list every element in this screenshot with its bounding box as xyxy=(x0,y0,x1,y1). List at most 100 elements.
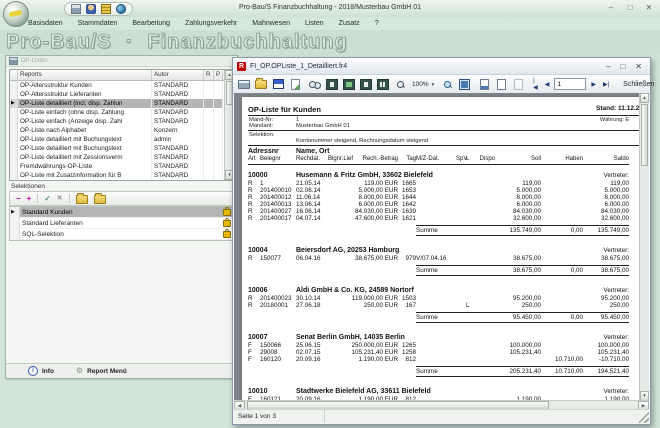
edit-page-button[interactable] xyxy=(494,77,508,91)
export-button[interactable] xyxy=(288,77,302,91)
banner-brand: Pro-Bau/S xyxy=(6,31,112,54)
confirm-icon[interactable]: ✓ xyxy=(44,193,50,204)
col-saldo: 105.231,40 xyxy=(583,349,629,356)
selection-row[interactable]: SQL-Selektion xyxy=(10,229,234,240)
selection-row[interactable]: Standard Lieferanten xyxy=(10,218,234,229)
page-number-input[interactable] xyxy=(554,78,586,90)
col-l xyxy=(466,194,475,201)
first-page-button[interactable]: |◀ xyxy=(531,78,540,91)
find-button[interactable] xyxy=(305,77,319,91)
report-r-flag xyxy=(204,81,214,90)
customer-name: Beiersdorf AG, 20253 Hamburg xyxy=(296,246,495,255)
summe-spv xyxy=(456,227,466,234)
delete-page-button[interactable] xyxy=(511,77,525,91)
report-row[interactable]: OP-Liste detailliert mit ZessionsvermSTA… xyxy=(10,153,234,162)
gear-icon[interactable]: ⚙ xyxy=(76,367,83,375)
vertreter-label: Vertreter: xyxy=(495,171,629,180)
report-row[interactable]: OP-Liste nach AlphabetKonzern xyxy=(10,126,234,135)
info-icon[interactable]: i xyxy=(28,366,38,376)
report-row[interactable]: OP-Liste einfach (ohne disp. ZahlungSTAN… xyxy=(10,108,234,117)
page-width-button[interactable] xyxy=(359,77,373,91)
report-row[interactable]: OP-Altersstruktur LieferantenSTANDARD xyxy=(10,90,234,99)
minimize-button[interactable]: – xyxy=(606,3,616,13)
menu-item-bearbeitung[interactable]: Bearbeitung xyxy=(132,20,170,27)
zoom-level-dropdown[interactable]: 100%▼ xyxy=(410,81,437,88)
report-row[interactable]: OP-Liste detailliert mit Buchungstextadm… xyxy=(10,135,234,144)
menu-item-[interactable]: ? xyxy=(375,20,379,27)
col-dispo xyxy=(475,215,495,222)
remove-selection-button[interactable]: − xyxy=(16,193,21,204)
last-page-button[interactable]: ▶| xyxy=(601,81,611,88)
folder-open-icon[interactable] xyxy=(94,195,106,204)
summe-row: Summe135.749,000,00135.749,00 xyxy=(248,225,640,236)
col-tag: 1621 xyxy=(398,215,416,222)
report-row[interactable]: OP-Altersstruktur KundenSTANDARD xyxy=(10,81,234,90)
col-reports[interactable]: Reports xyxy=(18,70,152,80)
thumbnails-button[interactable] xyxy=(457,77,471,91)
col-r[interactable]: R xyxy=(204,70,214,80)
col-belegnr: 160120 xyxy=(260,356,296,363)
cancel-icon[interactable]: ✕ xyxy=(57,193,63,204)
col-haben: 10.710,00 xyxy=(541,356,583,363)
report-close-button[interactable]: ✕ xyxy=(635,62,642,71)
schliessen-button[interactable]: Schließen xyxy=(617,81,660,88)
menu-item-basisdaten[interactable]: Basisdaten xyxy=(28,20,63,27)
report-row[interactable]: OP-Liste mit Zusatzinformation für BSTAN… xyxy=(10,171,234,180)
whole-page-button[interactable] xyxy=(325,77,339,91)
selection-row[interactable]: ▶Standard Kunden xyxy=(10,207,234,218)
col-betrag: 119.000,00 EUR xyxy=(332,295,398,302)
open-button[interactable] xyxy=(254,77,268,91)
many-pages-button[interactable] xyxy=(376,77,390,91)
toolbar-separator xyxy=(69,194,70,203)
page-outline-button[interactable] xyxy=(477,77,491,91)
col-betrag: 6.000,00 EUR xyxy=(332,201,398,208)
scroll-up-icon[interactable]: ▲ xyxy=(640,93,649,103)
summe-row: Summe205.231,4010.710,00194.521,40 xyxy=(248,366,640,377)
summe-spv xyxy=(456,368,466,375)
menu-item-listen[interactable]: Listen xyxy=(305,20,324,27)
info-button[interactable]: Info xyxy=(42,368,54,375)
report-row[interactable]: OP-Liste einfach (Anzeige disp. ZahlSTAN… xyxy=(10,117,234,126)
col-p[interactable]: P xyxy=(214,70,223,80)
next-page-button[interactable]: ▶ xyxy=(589,81,598,88)
col-spv xyxy=(456,215,466,222)
app-logo[interactable] xyxy=(3,1,29,27)
op-row: R20140001313.06.146.000,00 EUR16426.000,… xyxy=(248,201,640,208)
print-button[interactable] xyxy=(237,77,251,91)
op-listen-titlebar[interactable]: OP-Listen xyxy=(6,56,237,67)
scrollbar-thumb[interactable] xyxy=(641,104,648,166)
folder-icon[interactable] xyxy=(76,195,88,204)
close-button[interactable]: ✕ xyxy=(644,3,654,13)
menu-item-zahlungsverkehr[interactable]: Zahlungsverkehr xyxy=(185,20,237,27)
report-window-titlebar[interactable]: R FI_OP.OPListe_1_Detailliert.fr4 – □ ✕ xyxy=(233,58,650,75)
col-soll: 84.030,00 xyxy=(495,208,541,215)
report-maximize-button[interactable]: □ xyxy=(620,62,625,71)
report-menu-button[interactable]: Report Menü xyxy=(87,368,127,375)
col-betrag: 119,00 EUR xyxy=(332,180,398,187)
report-autor: STANDARD xyxy=(152,171,204,180)
report-minimize-button[interactable]: – xyxy=(606,62,610,71)
col-saldo: 38.675,00 xyxy=(583,255,629,262)
menu-item-stammdaten[interactable]: Stammdaten xyxy=(78,20,118,27)
col-dispo xyxy=(475,194,495,201)
menu-item-zusatz[interactable]: Zusatz xyxy=(339,20,360,27)
add-selection-button[interactable]: + xyxy=(27,193,32,204)
resize-grip[interactable] xyxy=(639,410,649,423)
two-pages-button[interactable] xyxy=(342,77,356,91)
report-row[interactable]: OP-Liste detailliert mit BuchungstextSTA… xyxy=(10,144,234,153)
col-autor[interactable]: Autor xyxy=(152,70,204,80)
col-tag: 1503 xyxy=(398,295,416,302)
prev-page-button[interactable]: ◀ xyxy=(543,81,552,88)
save-button[interactable] xyxy=(271,77,285,91)
report-r-flag xyxy=(204,126,214,135)
report-vertical-scrollbar[interactable]: ▲ ▼ xyxy=(639,93,649,401)
zoom-out-icon[interactable] xyxy=(393,77,407,91)
zoom-in-icon[interactable] xyxy=(440,77,454,91)
maximize-button[interactable]: □ xyxy=(625,3,635,13)
summe-l xyxy=(466,314,475,321)
report-row[interactable]: Fremdwährungs-OP-ListeSTANDARD xyxy=(10,162,234,171)
report-row[interactable]: ▶OP-Liste detailliert (incl. disp. Zahlu… xyxy=(10,99,234,108)
customer-block: 10004Beiersdorf AG, 20253 HamburgVertret… xyxy=(248,246,640,276)
menu-item-mahnwesen[interactable]: Mahnwesen xyxy=(252,20,290,27)
col-dispo xyxy=(475,255,495,262)
